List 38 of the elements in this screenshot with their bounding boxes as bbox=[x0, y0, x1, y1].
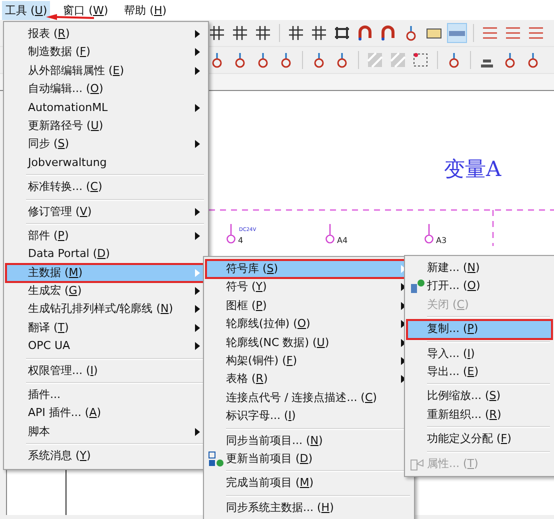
menu-item[interactable]: OPC UA bbox=[6, 337, 206, 356]
menu-item[interactable]: Jobverwaltung bbox=[6, 154, 206, 172]
menu-item[interactable]: 脚本 bbox=[6, 422, 206, 442]
menu-item[interactable]: 标准转换... (C) bbox=[6, 178, 206, 197]
terminal-label: A4 bbox=[337, 236, 348, 245]
menu-item[interactable]: 主数据 (M) bbox=[6, 264, 206, 282]
menu-item[interactable]: 报表 (R) bbox=[6, 25, 206, 44]
menu-item[interactable]: 完成当前项目 (M) bbox=[206, 474, 412, 493]
menu-item[interactable]: 生成钻孔排列样式/轮廓线 (N) bbox=[6, 300, 206, 319]
menu-bar-item[interactable]: 窗口 (W) bbox=[60, 0, 112, 20]
menu-item[interactable]: Data Portal (D) bbox=[6, 245, 206, 264]
menu-item[interactable]: 权限管理... (I) bbox=[6, 362, 206, 380]
menu-item[interactable]: 修订管理 (V) bbox=[6, 202, 206, 221]
menu-item[interactable]: 翻译 (T) bbox=[6, 318, 206, 338]
terminal-label: A3 bbox=[436, 236, 447, 245]
menu-item[interactable]: 同步 (S) bbox=[6, 135, 206, 154]
menu-item[interactable]: 重新组织... (R) bbox=[407, 406, 552, 424]
menu-item[interactable]: 同步系统主数据... (H) bbox=[206, 498, 412, 518]
menu-item[interactable]: 打开... (O) bbox=[407, 277, 552, 296]
menu-item[interactable]: 导出... (E) bbox=[407, 362, 552, 382]
terminal-label: 4 bbox=[238, 236, 244, 245]
menu-item[interactable]: 制造数据 (F) bbox=[6, 43, 206, 62]
menu-item[interactable]: 复制... (P) bbox=[407, 320, 552, 339]
menu-item[interactable]: AutomationML bbox=[6, 98, 206, 117]
menu-item[interactable]: 更新路径号 (U) bbox=[6, 116, 206, 136]
menu-bar-item[interactable]: 帮助 (H) bbox=[121, 0, 170, 20]
menu-item[interactable]: API 插件... (A) bbox=[6, 404, 206, 423]
menu-item[interactable]: 部件 (P) bbox=[6, 226, 206, 246]
drawing-title: 变量A bbox=[444, 157, 502, 181]
menu-bar-item[interactable]: 工具 (U) bbox=[2, 0, 50, 20]
menu-item[interactable]: 生成宏 (G) bbox=[6, 282, 206, 300]
menu-item[interactable]: 导入... (I) bbox=[407, 344, 552, 363]
menu-item[interactable]: 自动编辑... (O) bbox=[6, 80, 206, 99]
menu-item[interactable]: 插件... bbox=[6, 386, 206, 404]
menu-item[interactable]: 系统消息 (Y) bbox=[6, 447, 206, 466]
menu-item[interactable]: 功能定义分配 (F) bbox=[407, 430, 552, 449]
menu-item[interactable]: 比例缩放... (S) bbox=[407, 387, 552, 406]
menu-item[interactable]: 从外部编辑属性 (E) bbox=[6, 62, 206, 80]
